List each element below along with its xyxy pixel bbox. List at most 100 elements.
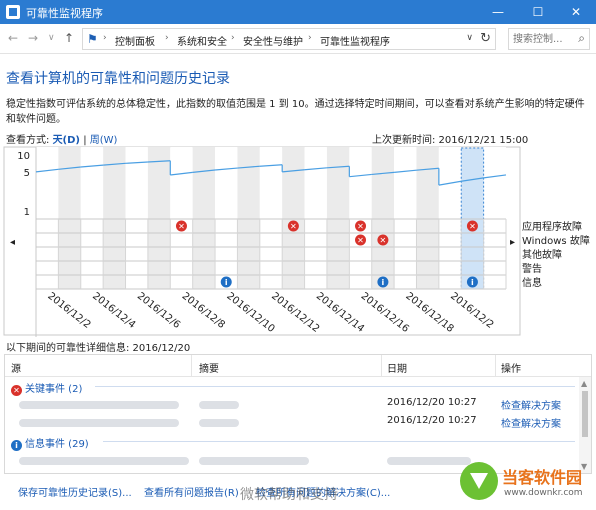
details-table: 源 摘要 ^ 日期 操作 ✕ 关键事件 (2) 2016/12/20 10:27 …	[4, 354, 592, 474]
blurred-summary	[199, 457, 309, 465]
day-column[interactable]	[36, 147, 59, 289]
info-event-icon-glyph: i	[382, 278, 385, 287]
view-all-reports-link[interactable]: 查看所有问题报告(R)	[144, 484, 239, 499]
breadcrumb-reliability-monitor[interactable]: 可靠性监视程序	[320, 33, 390, 48]
day-column[interactable]	[170, 147, 193, 289]
logo-url: www.downkr.com	[504, 488, 583, 498]
control-panel-flag-icon: ⚑	[87, 32, 98, 46]
day-column[interactable]	[483, 147, 506, 289]
breadcrumb-system-security[interactable]: 系统和安全	[177, 33, 227, 48]
check-solution-link[interactable]: 检查解决方案	[501, 415, 561, 430]
blurred-source	[19, 457, 189, 465]
title-bar: 可靠性监视程序 — ☐ ✕	[0, 0, 596, 24]
maximize-button[interactable]: ☐	[518, 0, 558, 24]
page-title: 查看计算机的可靠性和问题历史记录	[6, 71, 230, 87]
critical-event-icon-glyph: ✕	[357, 236, 364, 245]
column-header-action[interactable]: 操作	[501, 360, 521, 375]
row-date: 2016/12/20 10:27	[387, 415, 477, 426]
day-column[interactable]	[80, 147, 104, 289]
watermark: 微软帮助和支持	[240, 487, 338, 503]
event-row-label: 信息	[522, 276, 542, 289]
day-column[interactable]	[438, 147, 462, 289]
chart-scroll-left-icon[interactable]: ◂	[10, 237, 15, 248]
up-button[interactable]: ↑	[64, 31, 74, 45]
page-description: 稳定性指数可评估系统的总体稳定性，此指数的取值范围是 1 到 10。通过选择特定…	[6, 99, 585, 125]
vertical-scrollbar[interactable]: ▲ ▼	[579, 377, 591, 473]
breadcrumb-separator-icon: ›	[165, 33, 169, 43]
details-title: 以下期间的可靠性详细信息: 2016/12/20	[6, 343, 191, 354]
last-updated: 上次更新时间: 2016/12/21 15:00	[372, 135, 529, 146]
window-title: 可靠性监视程序	[26, 7, 103, 20]
day-column[interactable]	[259, 147, 283, 289]
day-column[interactable]	[371, 147, 395, 289]
refresh-icon[interactable]: ↻	[480, 31, 491, 46]
day-column[interactable]	[326, 147, 350, 289]
search-box[interactable]: ⌕	[508, 28, 590, 50]
day-column[interactable]	[103, 147, 126, 289]
address-dropdown-icon[interactable]: ∨	[466, 33, 473, 43]
y-tick-label: 5	[24, 168, 30, 179]
group-critical-label: 关键事件 (2)	[25, 384, 83, 395]
group-info-events[interactable]: i 信息事件 (29)	[11, 435, 89, 451]
event-row-label: 应用程序故障	[522, 220, 582, 233]
column-header-summary[interactable]: 摘要	[199, 360, 219, 375]
y-tick-label: 1	[24, 207, 30, 218]
day-column[interactable]	[192, 147, 216, 289]
event-row-label: Windows 故障	[522, 234, 590, 247]
critical-event-icon-glyph: ✕	[290, 222, 297, 231]
day-column[interactable]	[282, 147, 305, 289]
forward-button[interactable]: →	[28, 31, 38, 45]
blurred-summary	[199, 401, 239, 409]
group-divider	[103, 441, 575, 442]
breadcrumb-control-panel[interactable]: 控制面板	[115, 33, 155, 48]
column-divider	[381, 355, 382, 377]
chart-scroll-right-icon[interactable]: ▸	[510, 237, 515, 248]
check-solution-link[interactable]: 检查解决方案	[501, 397, 561, 412]
group-critical-events[interactable]: ✕ 关键事件 (2)	[11, 380, 82, 396]
column-header-source[interactable]: 源	[11, 360, 21, 375]
group-info-label: 信息事件 (29)	[25, 439, 89, 450]
critical-error-icon: ✕	[11, 385, 22, 396]
recent-locations-dropdown[interactable]: ∨	[48, 33, 55, 43]
scrollbar-thumb[interactable]	[582, 391, 588, 437]
view-by: 查看方式: 天(D) | 周(W)	[6, 131, 117, 146]
critical-event-icon-glyph: ✕	[357, 222, 364, 231]
reliability-chart[interactable]: ✕ ✕ ✕ ✕ ✕ ✕ i i i 10 5 1 应用程序故障Windows 故障其他故障警告信息 ◂ ▸…	[0, 145, 596, 340]
day-column[interactable]	[349, 147, 372, 289]
blurred-summary	[199, 419, 239, 427]
critical-event-icon-glyph: ✕	[469, 222, 476, 231]
app-icon	[6, 5, 20, 19]
logo-name: 当客软件园	[502, 468, 583, 487]
breadcrumb-security-maintenance[interactable]: 安全性与维护	[243, 33, 303, 48]
search-input[interactable]	[513, 32, 569, 46]
address-bar[interactable]: ⚑ › 控制面板 › 系统和安全 › 安全性与维护 › 可靠性监视程序 ∨ ↻	[82, 28, 496, 50]
scroll-up-icon[interactable]: ▲	[581, 379, 587, 388]
day-column[interactable]	[394, 147, 417, 289]
day-column[interactable]	[125, 147, 148, 289]
back-button[interactable]: ←	[8, 31, 18, 45]
details-table-header: 源 摘要 ^ 日期 操作	[5, 355, 591, 377]
minimize-button[interactable]: —	[478, 0, 518, 24]
close-button[interactable]: ✕	[556, 0, 596, 24]
event-row-label: 警告	[522, 262, 542, 275]
critical-event-icon-glyph: ✕	[380, 236, 387, 245]
day-column[interactable]	[147, 147, 171, 289]
info-event-icon-glyph: i	[225, 278, 228, 287]
column-divider	[191, 355, 192, 377]
column-header-date[interactable]: 日期	[387, 360, 407, 375]
info-icon: i	[11, 440, 22, 451]
search-icon[interactable]: ⌕	[578, 31, 585, 46]
address-row: ← → ∨ ↑ ⚑ › 控制面板 › 系统和安全 › 安全性与维护 › 可靠性监…	[0, 24, 596, 54]
site-logo: 当客软件园 www.downkr.com	[456, 460, 594, 508]
column-divider	[495, 355, 496, 377]
row-date: 2016/12/20 10:27	[387, 397, 477, 408]
save-history-link[interactable]: 保存可靠性历史记录(S)...	[18, 484, 132, 499]
logo-mark-icon	[460, 462, 498, 500]
breadcrumb-separator-icon: ›	[103, 33, 107, 43]
critical-event-icon-glyph: ✕	[178, 222, 185, 231]
blurred-source	[19, 419, 179, 427]
blurred-source	[19, 401, 179, 409]
y-tick-label: 10	[17, 151, 30, 162]
sort-indicator-icon: ^	[435, 354, 443, 362]
breadcrumb-separator-icon: ›	[308, 33, 312, 43]
